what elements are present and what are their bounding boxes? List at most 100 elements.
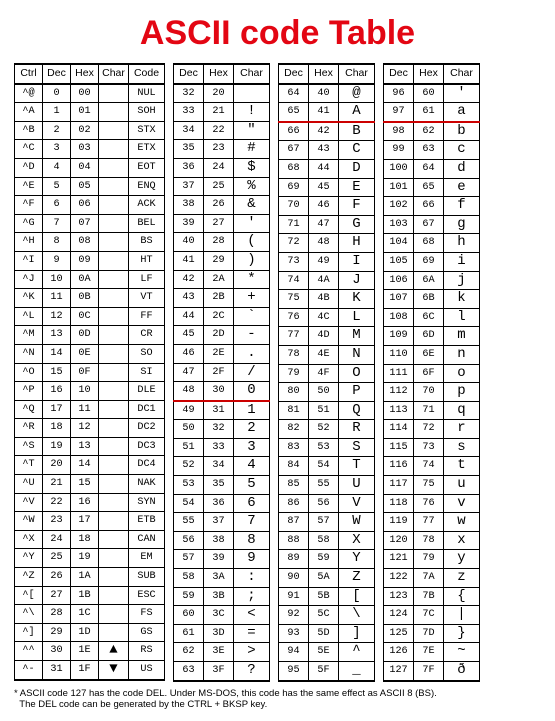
- cell-char: [: [339, 587, 375, 606]
- table-row: 9963c: [384, 141, 480, 160]
- table-row: 432B+: [174, 289, 270, 308]
- cell-dec: 29: [43, 623, 71, 642]
- cell-dec: 67: [279, 141, 309, 160]
- cell-ctrl: ^^: [15, 642, 43, 661]
- cell-dec: 16: [43, 382, 71, 401]
- table-row: 54366: [174, 494, 270, 513]
- cell-hex: 5B: [309, 587, 339, 606]
- cell-dec: 6: [43, 196, 71, 215]
- table-row: 48300: [174, 382, 270, 401]
- cell-ctrl: ^E: [15, 177, 43, 196]
- cell-char: =: [234, 624, 270, 643]
- table-row: 10569i: [384, 252, 480, 271]
- cell-hex: 72: [414, 420, 444, 439]
- table-row: ^L120CFF: [15, 307, 165, 326]
- cell-char: b: [444, 122, 480, 141]
- cell-char: !: [234, 103, 270, 122]
- cell-hex: 1F: [71, 661, 99, 680]
- cell-hex: 36: [204, 494, 234, 513]
- cell-dec: 66: [279, 122, 309, 141]
- cell-hex: 1D: [71, 623, 99, 642]
- cell-char: F: [339, 197, 375, 216]
- col-char: Char: [99, 64, 129, 84]
- cell-hex: 43: [309, 141, 339, 160]
- cell-ctrl: ^@: [15, 84, 43, 103]
- cell-dec: 80: [279, 383, 309, 402]
- cell-code: CAN: [129, 530, 165, 549]
- table-row: 11674t: [384, 457, 480, 476]
- cell-char: [99, 363, 129, 382]
- cell-char: [99, 605, 129, 624]
- cell-ctrl: ^M: [15, 326, 43, 345]
- cell-hex: 45: [309, 178, 339, 197]
- ascii-panel-4: Dec Hex Char 9660'9761a9862b9963c10064d1…: [383, 63, 480, 682]
- cell-dec: 28: [43, 605, 71, 624]
- table-row: 422A*: [174, 270, 270, 289]
- cell-ctrl: ^Z: [15, 568, 43, 587]
- table-row: 3321!: [174, 103, 270, 122]
- cell-hex: 78: [414, 531, 444, 550]
- table-row: 1066Aj: [384, 271, 480, 290]
- cell-char: S: [339, 438, 375, 457]
- cell-char: g: [444, 215, 480, 234]
- cell-code: US: [129, 661, 165, 680]
- table-row: 11270p: [384, 383, 480, 402]
- cell-char: [99, 214, 129, 233]
- cell-code: GS: [129, 623, 165, 642]
- cell-dec: 35: [174, 140, 204, 159]
- cell-code: DC3: [129, 437, 165, 456]
- cell-char: M: [339, 327, 375, 346]
- cell-dec: 57: [174, 550, 204, 569]
- table-row: ^V2216SYN: [15, 493, 165, 512]
- cell-hex: 10: [71, 382, 99, 401]
- cell-dec: 98: [384, 122, 414, 141]
- cell-ctrl: ^S: [15, 437, 43, 456]
- cell-code: ENQ: [129, 177, 165, 196]
- table-row: 6541A: [279, 103, 375, 122]
- cell-hex: 3C: [204, 606, 234, 625]
- cell-hex: 00: [71, 84, 99, 103]
- table-row: 11573s: [384, 438, 480, 457]
- cell-ctrl: ^Q: [15, 400, 43, 419]
- table-row: ^C303ETX: [15, 140, 165, 159]
- cell-char: ~: [444, 643, 480, 662]
- cell-dec: 85: [279, 476, 309, 495]
- cell-hex: 4C: [309, 308, 339, 327]
- cell-hex: 2B: [204, 289, 234, 308]
- cell-char: `: [234, 307, 270, 326]
- cell-char: m: [444, 327, 480, 346]
- table-row: ^^301ERS: [15, 642, 165, 661]
- cell-char: /: [234, 363, 270, 382]
- cell-char: J: [339, 271, 375, 290]
- table-row: 8959Y: [279, 550, 375, 569]
- cell-char: [99, 307, 129, 326]
- cell-char: L: [339, 308, 375, 327]
- cell-char: 9: [234, 550, 270, 569]
- cell-dec: 120: [384, 531, 414, 550]
- cell-hex: 73: [414, 438, 444, 457]
- cell-char: [99, 233, 129, 252]
- cell-dec: 114: [384, 420, 414, 439]
- cell-char: [99, 158, 129, 177]
- cell-dec: 14: [43, 344, 71, 363]
- table-row: ^Y2519EM: [15, 549, 165, 568]
- table-row: ^E505ENQ: [15, 177, 165, 196]
- cell-char: &: [234, 196, 270, 215]
- cell-hex: 2F: [204, 363, 234, 382]
- cell-dec: 31: [43, 661, 71, 680]
- cell-hex: 48: [309, 234, 339, 253]
- cell-char: :: [234, 569, 270, 588]
- cell-dec: 33: [174, 103, 204, 122]
- table-row: 8858X: [279, 531, 375, 550]
- cell-dec: 95: [279, 662, 309, 681]
- cell-char: [99, 623, 129, 642]
- cell-char: [99, 493, 129, 512]
- table-row: ^B202STX: [15, 121, 165, 140]
- cell-char: _: [339, 662, 375, 681]
- cell-hex: 7F: [414, 662, 444, 681]
- cell-dec: 118: [384, 494, 414, 513]
- cell-hex: 7A: [414, 569, 444, 588]
- cell-hex: 24: [204, 158, 234, 177]
- cell-char: [99, 177, 129, 196]
- cell-hex: 3D: [204, 624, 234, 643]
